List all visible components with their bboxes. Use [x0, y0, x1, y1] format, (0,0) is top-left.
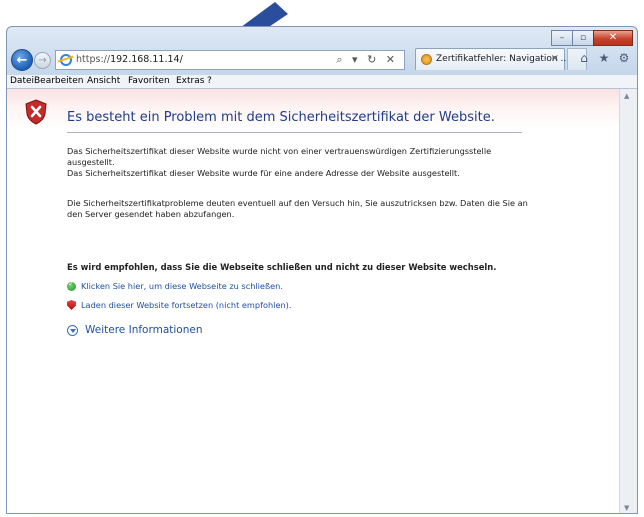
back-button[interactable]: ←	[11, 49, 33, 71]
url-text[interactable]: https://192.168.11.14/	[76, 54, 183, 65]
page-title: Es besteht ein Problem mit dem Sicherhei…	[67, 110, 495, 125]
vertical-scrollbar[interactable]: ▲ ▼	[619, 89, 637, 513]
menu-bar: Datei Bearbeiten Ansicht Favoriten Extra…	[7, 75, 637, 89]
ie-page-icon	[60, 54, 72, 66]
toolbar-icons: ⌂ ★ ⚙	[577, 51, 631, 65]
maximize-button[interactable]: ▫	[572, 30, 594, 46]
close-page-link-row[interactable]: Klicken Sie hier, um diese Webseite zu s…	[67, 280, 283, 291]
scroll-up-icon[interactable]: ▲	[624, 92, 629, 100]
scroll-down-icon[interactable]: ▼	[624, 504, 629, 512]
close-window-button[interactable]: ✕	[593, 30, 633, 46]
tab-close-icon[interactable]: ×	[551, 53, 559, 64]
address-bar[interactable]: https://192.168.11.14/ ⌕ ▾ ↻ ✕	[55, 50, 405, 70]
tab-label: Zertifikatfehler: Navigation ...	[436, 54, 570, 64]
menu-ansicht[interactable]: Ansicht	[87, 76, 120, 86]
menu-favoriten[interactable]: Favoriten	[128, 76, 170, 86]
more-information-toggle[interactable]: Weitere Informationen	[67, 324, 203, 336]
warning-explanation: Die Sicherheitszertifikatprobleme deuten…	[67, 198, 528, 219]
red-shield-icon	[67, 300, 76, 310]
browser-window: – ▫ ✕ ← → https://192.168.11.14/ ⌕ ▾ ↻ ✕…	[6, 26, 638, 514]
divider	[67, 132, 522, 133]
navigation-bar: ← → https://192.168.11.14/ ⌕ ▾ ↻ ✕ Zerti…	[7, 47, 637, 75]
recommendation-text: Es wird empfohlen, dass Sie die Webseite…	[67, 262, 497, 272]
menu-extras[interactable]: Extras	[176, 76, 204, 86]
caption-buttons: – ▫ ✕	[551, 30, 633, 46]
security-shield-error-icon	[25, 99, 47, 125]
home-icon[interactable]: ⌂	[577, 51, 591, 65]
green-check-icon	[67, 280, 76, 291]
close-page-link[interactable]: Klicken Sie hier, um diese Webseite zu s…	[81, 281, 283, 291]
minimize-button[interactable]: –	[551, 30, 573, 46]
address-tools-icons[interactable]: ⌕ ▾ ↻ ✕	[336, 53, 398, 67]
menu-datei[interactable]: Datei	[10, 76, 34, 86]
continue-link-row[interactable]: Laden dieser Website fortsetzen (nicht e…	[67, 300, 291, 310]
tab-certificate-error[interactable]: Zertifikatfehler: Navigation ... ×	[415, 48, 569, 70]
menu-bearbeiten[interactable]: Bearbeiten	[34, 76, 83, 86]
certificate-error-tab-icon	[421, 54, 432, 65]
continue-to-website-link[interactable]: Laden dieser Website fortsetzen (nicht e…	[81, 300, 291, 310]
certificate-issue-text: Das Sicherheitszertifikat dieser Website…	[67, 146, 492, 178]
forward-button[interactable]: →	[34, 52, 51, 69]
favorites-icon[interactable]: ★	[597, 51, 611, 65]
settings-gear-icon[interactable]: ⚙	[617, 51, 631, 65]
more-information-label: Weitere Informationen	[85, 324, 203, 336]
menu-help[interactable]: ?	[207, 76, 212, 86]
page-content: Es besteht ein Problem mit dem Sicherhei…	[7, 89, 619, 513]
expand-chevron-icon	[67, 324, 78, 336]
